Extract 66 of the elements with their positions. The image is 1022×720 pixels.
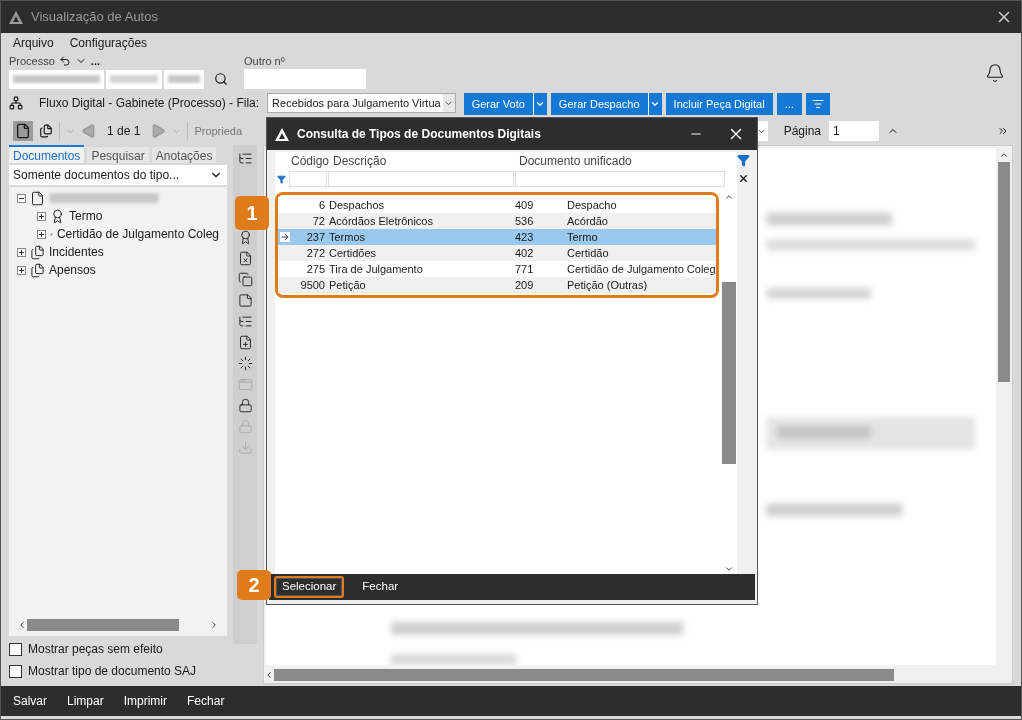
page-label: Página <box>783 123 821 140</box>
more-button[interactable]: ... <box>90 52 101 70</box>
document-type-filter[interactable]: Somente documentos do tipo... <box>9 165 227 185</box>
table-cell-text: Petição (Outras) <box>567 277 648 293</box>
panel-tab[interactable]: Documentos <box>9 145 85 163</box>
table-cell-text: Tira de Julgamento <box>329 261 424 277</box>
table-cell-text: Despachos <box>329 197 386 213</box>
table-cell-text: 402 <box>515 245 535 261</box>
dialog-button[interactable]: Fechar <box>356 576 405 598</box>
other-number-label: Outro nº <box>244 54 286 69</box>
table-cell-text: 72 <box>311 213 326 229</box>
footer-button[interactable]: Limpar <box>67 692 104 710</box>
action-button[interactable]: Gerar Despacho <box>550 93 648 115</box>
tree-item[interactable]: Apensos <box>49 261 96 279</box>
table-cell-text: 536 <box>515 213 535 229</box>
table-cell-text: 9500 <box>299 277 326 293</box>
menu-item[interactable]: Configurações <box>69 34 148 52</box>
footer-button[interactable]: Imprimir <box>123 692 168 710</box>
checkbox-label[interactable]: Mostrar peças sem efeito <box>28 640 163 658</box>
table-cell-text: 209 <box>515 277 535 293</box>
table-cell-text: Certidões <box>329 245 378 261</box>
table-row[interactable]: 272 Certidões 402 Certidão <box>278 245 716 261</box>
window-title: Visualização de Autos <box>31 8 158 27</box>
panel-tab[interactable]: Anotações <box>151 147 217 163</box>
callout-badge: 1 <box>235 196 269 230</box>
callout-badge: 2 <box>237 570 271 600</box>
table-cell-text: Certidão <box>567 245 609 261</box>
table-cell-text: Certidão de Julgamento Coleg <box>567 261 716 277</box>
action-button[interactable]: ... <box>776 93 802 115</box>
page-field[interactable]: 1 <box>829 121 879 141</box>
column-header[interactable]: Código <box>291 152 333 170</box>
tree-item[interactable]: Incidentes <box>49 243 104 261</box>
process-label: Processo <box>9 53 55 69</box>
table-row[interactable]: 6 Despachos 409 Despacho <box>278 197 716 213</box>
table-cell-text: 275 <box>305 261 326 277</box>
dialog-title: Consulta de Tipos de Documentos Digitais <box>297 126 541 143</box>
footer-button[interactable]: Fechar <box>187 692 225 710</box>
tree-item[interactable]: Termo <box>69 207 103 225</box>
table-cell-text: Termos <box>329 229 367 245</box>
table-cell-text: 6 <box>317 197 326 213</box>
dialog-button[interactable]: Selecionar <box>274 576 345 598</box>
table-cell-text: Despacho <box>567 197 617 213</box>
table-cell-text: Termo <box>567 229 598 245</box>
page-count: 1 de 1 <box>106 123 142 140</box>
table-cell-text: 771 <box>515 261 535 277</box>
menu-item[interactable]: Arquivo <box>13 34 54 52</box>
table-row[interactable]: 9500 Petição 209 Petição (Outras) <box>278 277 716 293</box>
table-cell-text: 409 <box>515 197 535 213</box>
table-cell-text: 423 <box>515 229 535 245</box>
table-row[interactable]: 72 Acórdãos Eletrônicos 536 Acórdão <box>278 213 716 229</box>
action-button[interactable]: Gerar Voto <box>463 93 533 115</box>
column-header[interactable]: Descrição <box>333 152 519 170</box>
table-cell-text: Acórdãos Eletrônicos <box>329 213 434 229</box>
flow-label: Fluxo Digital - Gabinete (Processo) - Fila: <box>39 95 260 112</box>
panel-tab[interactable]: Pesquisar <box>87 147 149 163</box>
table-cell-text: Petição <box>329 277 367 293</box>
checkbox-label[interactable]: Mostrar tipo de documento SAJ <box>28 662 197 680</box>
queue-dropdown[interactable]: Recebidos para Julgamento Virtua <box>267 93 456 113</box>
action-button[interactable]: Incluir Peça Digital <box>665 93 773 115</box>
table-row[interactable]: 237 Termos 423 Termo <box>278 229 716 245</box>
footer-button[interactable]: Salvar <box>13 692 47 710</box>
table-cell-text: 272 <box>305 245 326 261</box>
column-header[interactable]: Documento unificado <box>519 152 632 170</box>
table-cell-text: Acórdão <box>567 213 608 229</box>
table-cell-text: 237 <box>305 229 326 245</box>
tree-item[interactable]: Certidão de Julgamento Coleg <box>56 225 219 243</box>
